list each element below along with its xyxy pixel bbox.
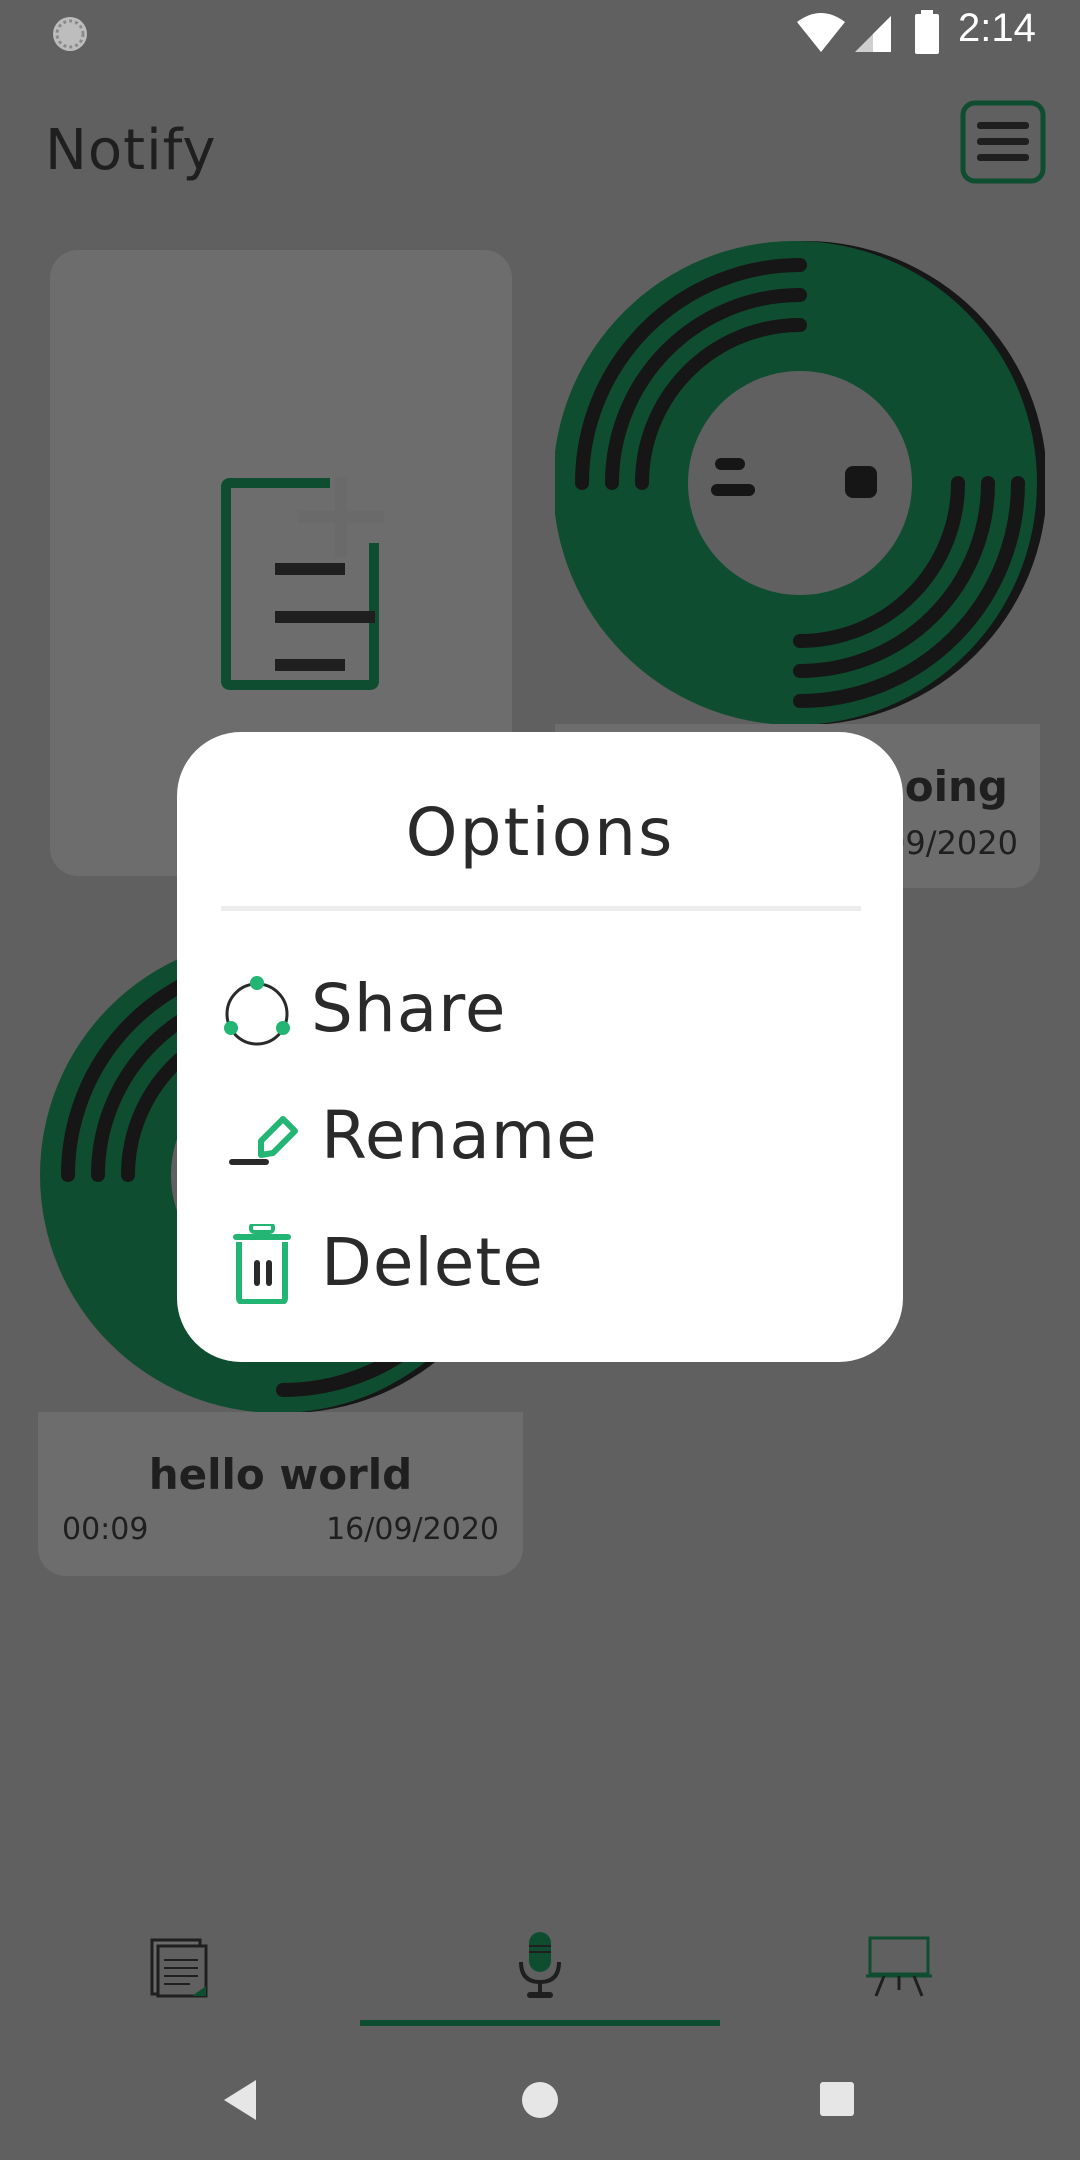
- options-dialog: Options Share Rename Delete: [177, 732, 903, 1362]
- app-title: Notify: [45, 118, 217, 183]
- nav-notes-tab[interactable]: [144, 1930, 214, 2000]
- delete-label: Delete: [321, 1224, 544, 1301]
- recording-date: 16/09/2020: [326, 1512, 499, 1547]
- dialog-divider: [221, 906, 861, 911]
- battery-icon: [915, 10, 939, 54]
- share-label: Share: [311, 970, 507, 1047]
- wifi-icon: [797, 13, 845, 52]
- status-time: 2:14: [958, 6, 1036, 50]
- recording-info-card[interactable]: hello world 00:09 16/09/2020: [38, 1412, 523, 1576]
- recording-title: oing: [904, 762, 1008, 811]
- back-icon[interactable]: [212, 2070, 272, 2130]
- recording-title: hello world: [148, 1450, 413, 1499]
- nav-selected-indicator: [360, 2020, 720, 2026]
- notes-icon: [150, 1938, 208, 1998]
- recents-icon[interactable]: [808, 2070, 868, 2130]
- dialog-title: Options: [405, 794, 675, 871]
- share-option[interactable]: Share: [221, 960, 861, 1060]
- whiteboard-icon: [866, 1936, 932, 1997]
- recording-duration: 00:09: [62, 1512, 149, 1547]
- record-disc[interactable]: [555, 238, 1045, 728]
- loading-spinner-icon: [53, 17, 87, 51]
- nav-record-tab[interactable]: [505, 1930, 575, 2000]
- nav-board-tab[interactable]: [864, 1930, 934, 2000]
- system-navigation-bar: [0, 2040, 1080, 2160]
- add-document-icon: [221, 477, 384, 690]
- bottom-navigation: [0, 1900, 1080, 2030]
- rename-option[interactable]: Rename: [221, 1087, 861, 1187]
- trash-icon: [233, 1224, 291, 1304]
- cellular-signal-icon: [855, 16, 891, 52]
- hamburger-menu-icon: [960, 100, 1046, 184]
- pencil-icon: [229, 1116, 298, 1165]
- recording-date: 09/2020: [885, 824, 1018, 862]
- rename-label: Rename: [321, 1097, 598, 1174]
- share-icon: [224, 976, 290, 1046]
- status-bar: 2:14: [0, 0, 1080, 66]
- delete-option[interactable]: Delete: [221, 1214, 861, 1314]
- microphone-icon: [519, 1932, 561, 1998]
- home-icon[interactable]: [510, 2070, 570, 2130]
- menu-button[interactable]: [960, 100, 1046, 184]
